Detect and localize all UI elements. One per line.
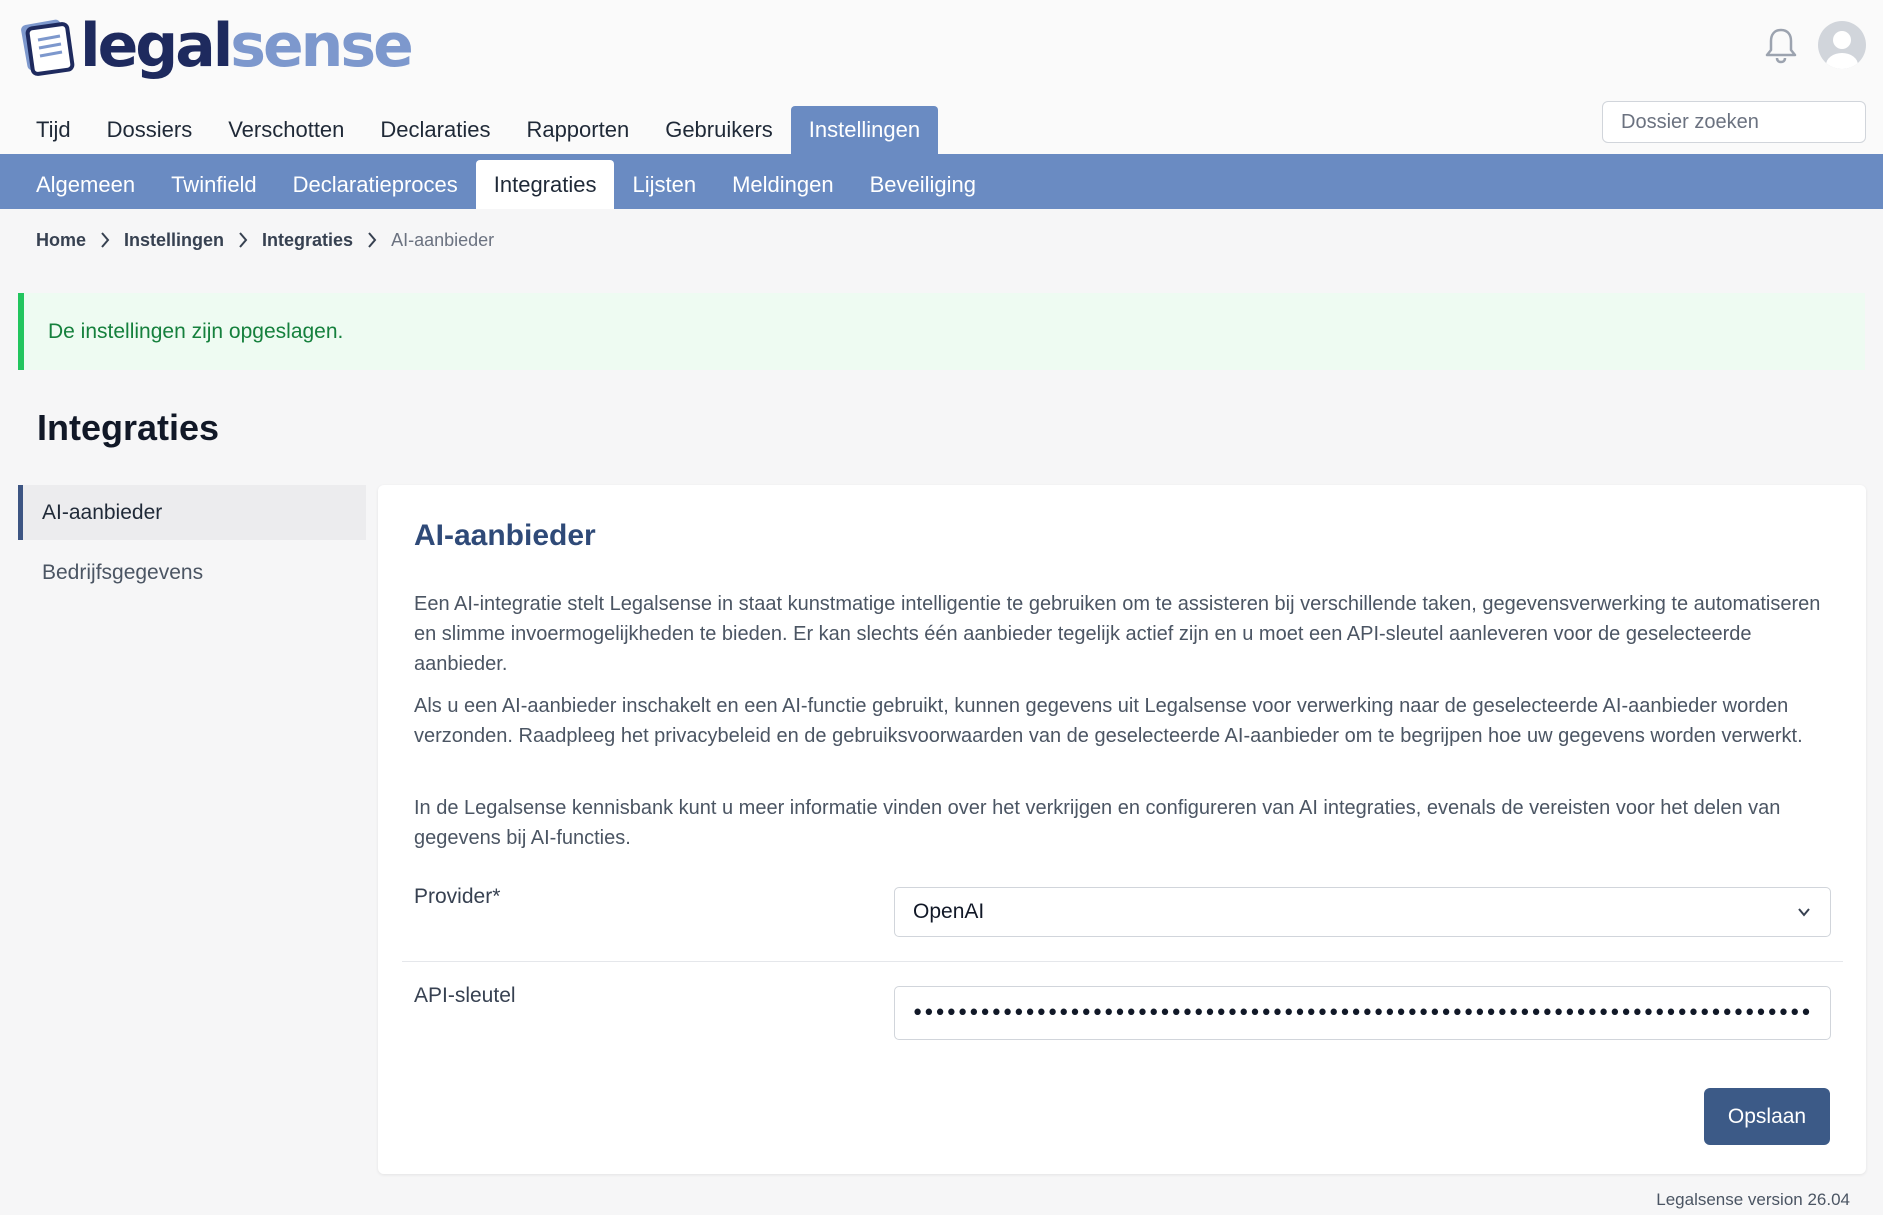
card-title: AI-aanbieder	[414, 519, 596, 552]
legalsense-logo[interactable]: legalsense	[18, 11, 414, 81]
chevron-right-icon	[368, 232, 377, 248]
main-nav-dossiers[interactable]: Dossiers	[89, 106, 211, 154]
breadcrumb-integraties[interactable]: Integraties	[262, 230, 353, 251]
main-nav-gebruikers[interactable]: Gebruikers	[647, 106, 791, 154]
main-nav-tijd[interactable]: Tijd	[18, 106, 89, 154]
breadcrumb: Home Instellingen Integraties AI-aanbied…	[36, 226, 494, 254]
dossier-search-input[interactable]	[1602, 101, 1866, 143]
api-key-label: API-sleutel	[414, 984, 516, 1007]
description-paragraph-1: Een AI-integratie stelt Legalsense in st…	[414, 593, 1821, 675]
sub-nav-beveiliging[interactable]: Beveiliging	[852, 160, 994, 209]
bell-icon[interactable]	[1764, 26, 1798, 64]
side-menu: AI-aanbieder Bedrijfsgegevens	[18, 485, 366, 605]
form-divider	[402, 961, 1843, 962]
sub-nav-algemeen[interactable]: Algemeen	[18, 160, 153, 209]
breadcrumb-current: AI-aanbieder	[391, 229, 495, 250]
version-label: Legalsense version 26.04	[1656, 1190, 1850, 1209]
logo-legal: legal	[80, 11, 233, 81]
logo-document-icon	[21, 19, 75, 76]
sub-nav-declaratieproces[interactable]: Declaratieproces	[275, 160, 476, 209]
side-menu-bedrijfsgegevens[interactable]: Bedrijfsgegevens	[18, 545, 366, 600]
sub-nav-twinfield[interactable]: Twinfield	[153, 160, 275, 209]
save-button[interactable]: Opslaan	[1704, 1088, 1830, 1145]
success-alert: De instellingen zijn opgeslagen.	[18, 293, 1865, 370]
logo-sense: sense	[230, 11, 414, 81]
chevron-down-icon	[1798, 908, 1810, 917]
provider-label: Provider*	[414, 885, 501, 908]
alert-message: De instellingen zijn opgeslagen.	[48, 319, 344, 343]
main-nav-instellingen[interactable]: Instellingen	[790, 106, 939, 154]
sub-nav-integraties[interactable]: Integraties	[475, 160, 615, 209]
main-nav-declaraties[interactable]: Declaraties	[362, 106, 508, 154]
user-avatar-icon[interactable]	[1818, 21, 1866, 69]
api-key-input[interactable]	[894, 986, 1831, 1040]
provider-select[interactable]: OpenAI	[894, 887, 1831, 937]
top-bar: legalsense Tijd Dossiers Verschotten Dec…	[0, 0, 1883, 154]
description-paragraph-3: In de Legalsense kennisbank kunt u meer …	[414, 797, 1781, 849]
page-title: Integraties	[37, 407, 220, 448]
sub-nav-meldingen[interactable]: Meldingen	[714, 160, 852, 209]
side-menu-ai-aanbieder[interactable]: AI-aanbieder	[18, 485, 366, 540]
breadcrumb-instellingen[interactable]: Instellingen	[124, 230, 224, 251]
main-nav-rapporten[interactable]: Rapporten	[508, 106, 647, 154]
sub-nav-lijsten[interactable]: Lijsten	[614, 160, 714, 209]
description-paragraph-2: Als u een AI-aanbieder inschakelt en een…	[414, 695, 1803, 747]
sub-nav: Algemeen Twinfield Declaratieproces Inte…	[0, 154, 1883, 209]
settings-card: AI-aanbieder Een AI-integratie stelt Leg…	[378, 485, 1866, 1174]
chevron-right-icon	[101, 232, 110, 248]
main-nav-verschotten[interactable]: Verschotten	[210, 106, 362, 154]
chevron-right-icon	[239, 232, 248, 248]
provider-selected-value: OpenAI	[913, 900, 985, 923]
logo-wordmark: legalsense	[80, 11, 414, 81]
breadcrumb-home[interactable]: Home	[36, 230, 86, 251]
main-nav: Tijd Dossiers Verschotten Declaraties Ra…	[18, 106, 939, 154]
